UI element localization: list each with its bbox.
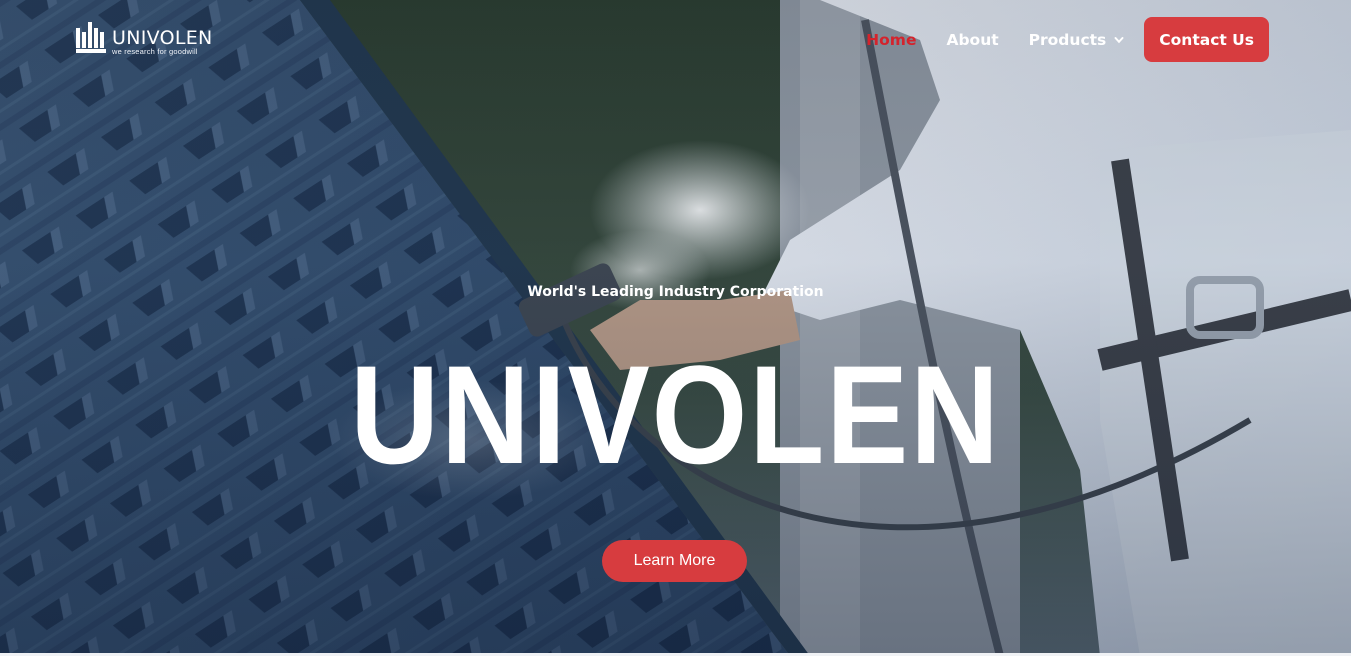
hero-eyebrow: World's Leading Industry Corporation [527,284,824,300]
hero-section: UNIVOLEN we research for goodwill Home A… [0,0,1351,656]
nav-item-home[interactable]: Home [866,31,916,49]
brand-tagline: we research for goodwill [112,47,198,56]
site-logo[interactable]: UNIVOLEN we research for goodwill [76,22,213,56]
main-navigation: Home About Products Contact Us [866,17,1269,62]
contact-us-button[interactable]: Contact Us [1144,17,1269,62]
nav-item-products-label: Products [1028,30,1107,49]
nav-item-products[interactable]: Products [1029,31,1125,49]
brand-name: UNIVOLEN [112,27,213,49]
univolen-logo-icon [76,22,106,53]
nav-item-about[interactable]: About [946,31,998,49]
hero-headline: UNIVOLEN [350,336,1001,493]
chevron-down-icon [1114,36,1124,43]
learn-more-button[interactable]: Learn More [602,540,747,582]
